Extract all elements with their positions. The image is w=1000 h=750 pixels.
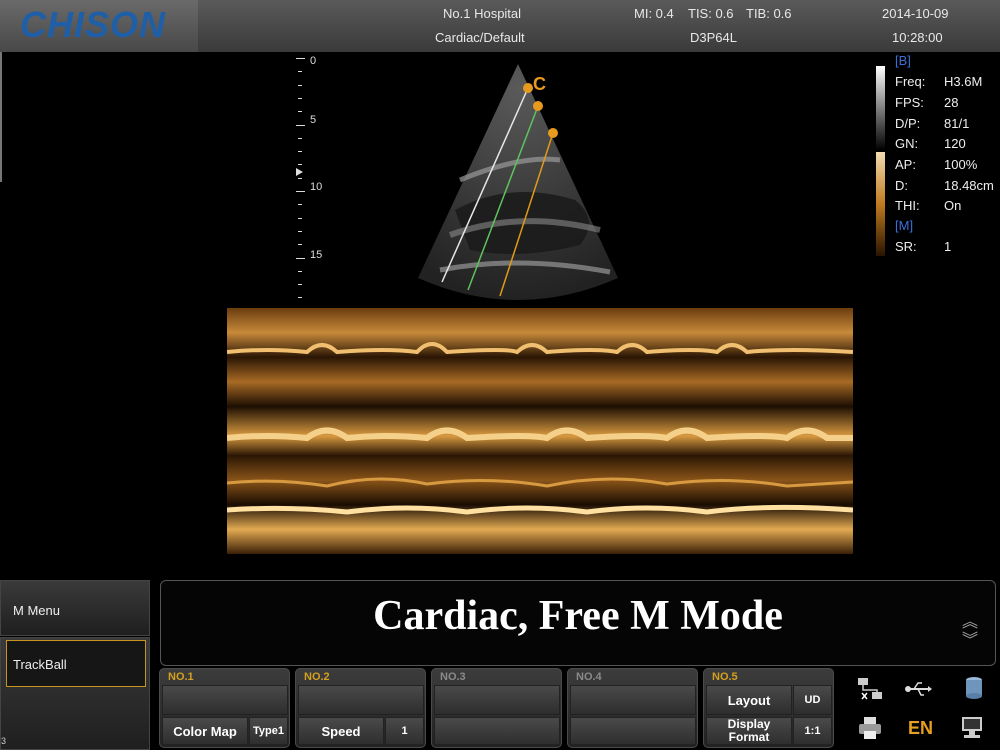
- param-d-value: 18.48cm: [944, 178, 994, 193]
- softkey-card-1: NO.1 Color Map Type1: [159, 668, 290, 748]
- speed-value: 1: [385, 717, 424, 745]
- param-thi-key: THI:: [895, 198, 920, 213]
- depth-label-15: 15: [310, 249, 323, 261]
- param-thi-value: On: [944, 198, 962, 213]
- depth-label-5: 5: [310, 114, 317, 126]
- param-fps-key: FPS:: [895, 95, 924, 110]
- grayscale-bar: [876, 66, 885, 150]
- trackball-label: TrackBall: [13, 657, 67, 672]
- depth-tick: [298, 164, 302, 166]
- display-format-value: 1:1: [793, 717, 832, 745]
- m-line-handle-1[interactable]: [523, 83, 533, 93]
- depth-label-10: 10: [310, 181, 323, 193]
- depth-tick: [298, 204, 302, 206]
- b-mode-sector: C: [418, 64, 618, 300]
- param-sr-key: SR:: [895, 239, 917, 254]
- depth-tick: [296, 257, 305, 259]
- exam-time: 10:28:00: [892, 30, 943, 45]
- m-mode-trace: [227, 308, 853, 554]
- probe-name: D3P64L: [690, 30, 737, 45]
- m-menu-button[interactable]: M Menu: [0, 580, 150, 636]
- layout-button[interactable]: Layout: [706, 685, 792, 715]
- softkey-1-blank: [162, 685, 288, 715]
- left-edge-marker: [0, 52, 2, 182]
- softkey-card-5-title: NO.5: [712, 671, 738, 683]
- param-ap-value: 100%: [944, 157, 978, 172]
- softkey-4-top: [570, 685, 696, 715]
- cursor-label: C: [533, 74, 546, 94]
- tib-value: TIB: 0.6: [746, 6, 792, 21]
- depth-tick: [298, 244, 302, 246]
- softkey-2-blank: [298, 685, 424, 715]
- depth-label-0: 0: [310, 55, 317, 67]
- param-freq-key: Freq:: [895, 74, 926, 89]
- depth-tick: [296, 124, 305, 126]
- param-dp-value: 81/1: [944, 116, 970, 131]
- depth-tick: [298, 84, 302, 86]
- depth-tick: [298, 230, 302, 232]
- mi-value: MI: 0.4: [634, 6, 674, 21]
- exam-date: 2014-10-09: [882, 6, 949, 21]
- speed-button[interactable]: Speed: [298, 717, 384, 745]
- focus-marker-icon[interactable]: [296, 168, 303, 176]
- softkey-card-2-title: NO.2: [304, 671, 330, 683]
- param-sr-value: 1: [944, 239, 952, 254]
- softkey-card-1-title: NO.1: [168, 671, 194, 683]
- brand-logo: CHISON: [20, 4, 167, 45]
- m-line-handle-3[interactable]: [548, 128, 558, 138]
- softkey-card-5: NO.5 Layout UD Display Format 1:1: [703, 668, 834, 748]
- depth-tick: [298, 97, 302, 99]
- softkey-4-bottom: [570, 717, 696, 745]
- param-freq-value: H3.6M: [944, 74, 983, 89]
- mode-title: Cardiac, Free M Mode: [373, 593, 783, 639]
- depth-tick: [298, 270, 302, 272]
- color-map-button[interactable]: Color Map: [162, 717, 248, 745]
- param-d-key: D:: [895, 178, 908, 193]
- m-line-handle-2[interactable]: [533, 101, 543, 111]
- softkey-card-3: NO.3: [431, 668, 562, 748]
- hospital-name: No.1 Hospital: [443, 6, 522, 21]
- corner-number: 3: [1, 736, 7, 746]
- depth-tick: [298, 137, 302, 139]
- page-scroll-icon[interactable]: ︽ ︾: [962, 614, 978, 650]
- chevron-double-down-icon[interactable]: ︾: [962, 632, 978, 650]
- param-gn-value: 120: [944, 136, 966, 151]
- color-map-value: Type1: [249, 717, 288, 745]
- depth-tick: [296, 58, 305, 59]
- network-disconnected-icon[interactable]: [856, 676, 884, 702]
- trackball-button[interactable]: TrackBall: [6, 640, 146, 687]
- depth-tick: [298, 297, 302, 299]
- softkey-card-4: NO.4: [567, 668, 698, 748]
- language-indicator[interactable]: EN: [908, 718, 933, 739]
- depth-tick: [298, 111, 302, 113]
- softkey-card-2: NO.2 Speed 1: [295, 668, 426, 748]
- depth-tick: [298, 217, 302, 219]
- param-ap-key: AP:: [895, 157, 916, 172]
- param-fps-value: 28: [944, 95, 959, 110]
- softkey-card-4-title: NO.4: [576, 671, 602, 683]
- storage-icon[interactable]: [960, 675, 988, 701]
- softkey-3-top: [434, 685, 560, 715]
- tis-value: TIS: 0.6: [688, 6, 734, 21]
- param-dp-key: D/P:: [895, 116, 921, 131]
- param-gn-key: GN:: [895, 136, 919, 151]
- preset-name: Cardiac/Default: [435, 30, 525, 45]
- depth-tick: [298, 71, 302, 73]
- b-mode-label: [B]: [895, 53, 911, 68]
- softkey-3-bottom: [434, 717, 560, 745]
- depth-tick: [298, 177, 302, 179]
- depth-tick: [298, 151, 302, 153]
- depth-tick: [296, 191, 305, 192]
- color-map-bar: [876, 152, 885, 256]
- usb-icon[interactable]: [904, 676, 932, 702]
- printer-icon[interactable]: [856, 715, 884, 741]
- display-format-button[interactable]: Display Format: [706, 717, 792, 745]
- softkey-card-3-title: NO.3: [440, 671, 466, 683]
- computer-icon[interactable]: [958, 715, 986, 741]
- layout-value: UD: [793, 685, 832, 715]
- depth-tick: [298, 284, 302, 286]
- chevron-double-up-icon[interactable]: ︽: [962, 614, 978, 632]
- m-mode-label: [M]: [895, 218, 914, 233]
- m-menu-label: M Menu: [13, 603, 60, 618]
